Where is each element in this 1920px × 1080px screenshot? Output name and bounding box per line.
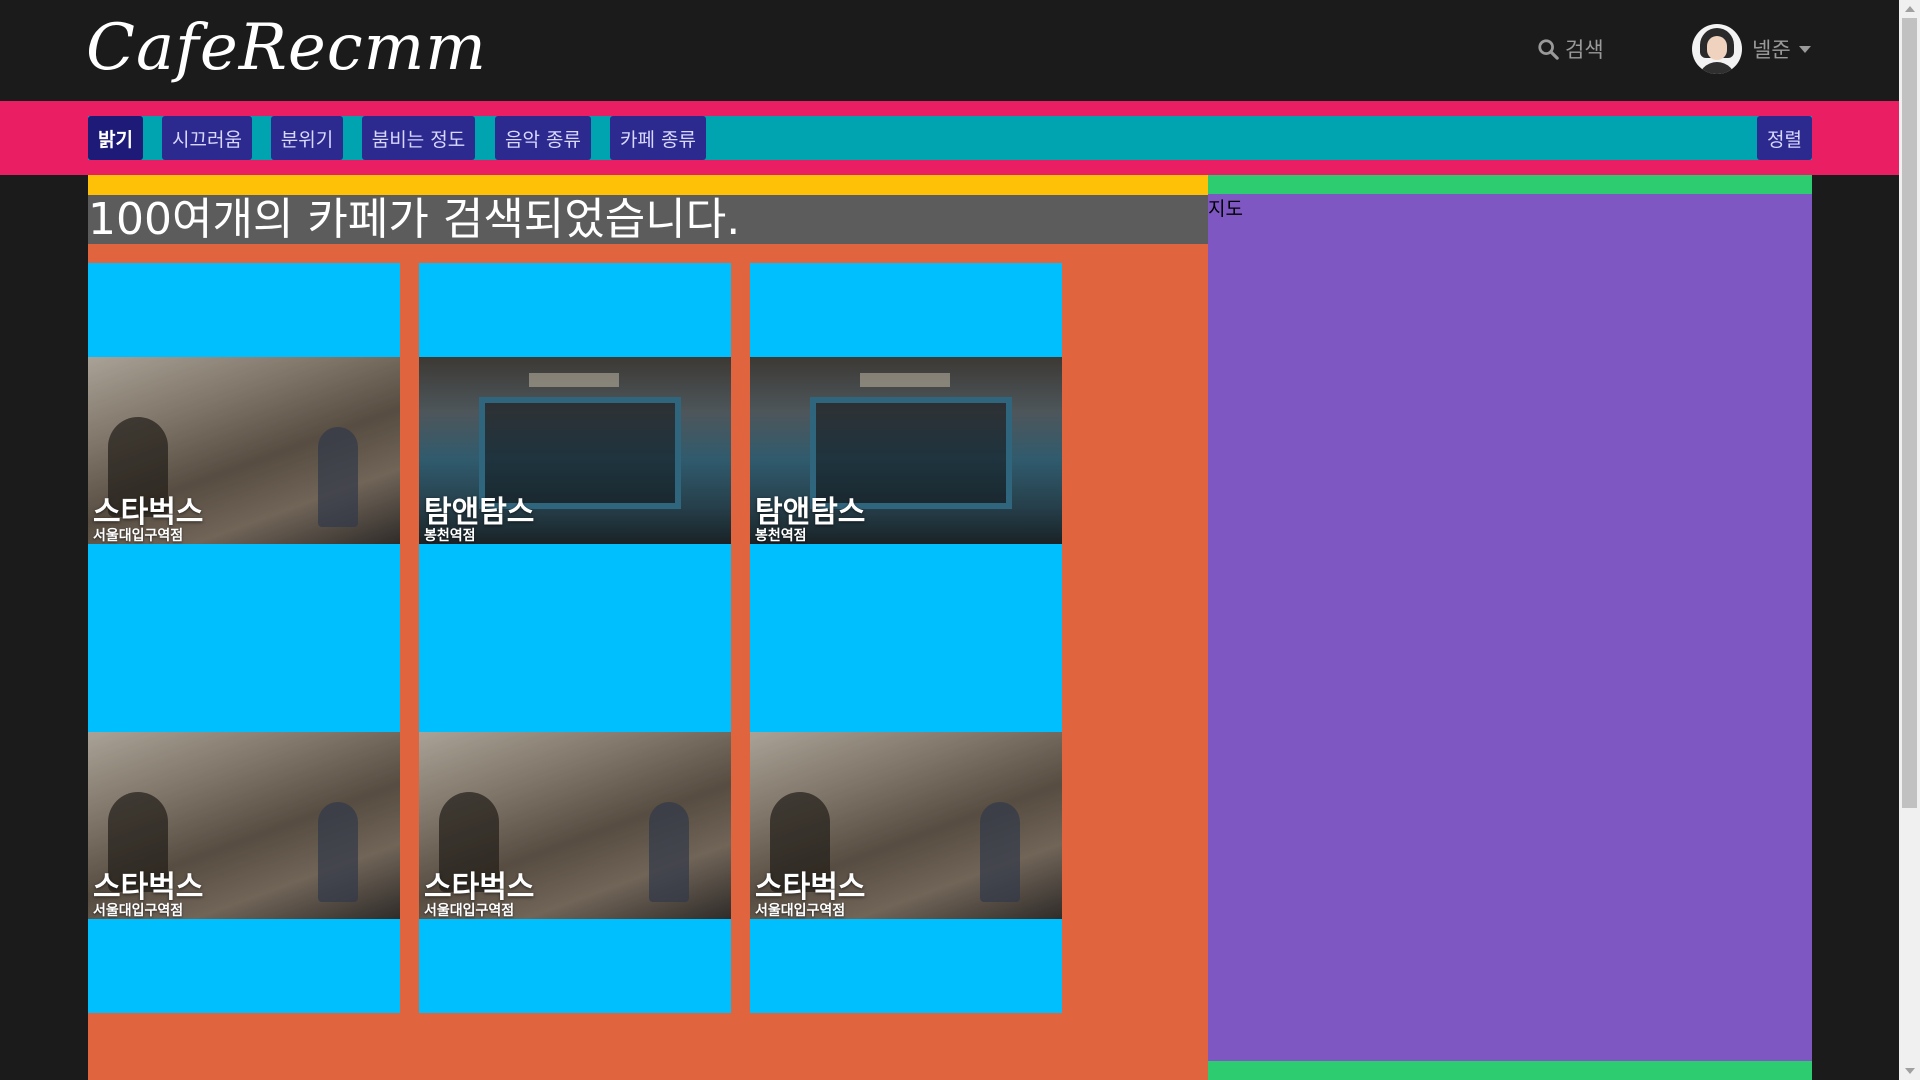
user-name: 넬준 (1752, 38, 1791, 62)
search-icon (1538, 39, 1559, 60)
app-logo[interactable]: CafeRecmm (86, 6, 487, 90)
search-button[interactable]: 검색 (1537, 34, 1604, 64)
page: CafeRecmm 검색 넬준 밝기 시끄러움 분위기 붐비는 정도 음악 종류… (0, 0, 1899, 1080)
cafe-branch: 봉천역점 (424, 528, 476, 544)
filter-mood-button[interactable]: 분위기 (271, 116, 343, 160)
cafe-card[interactable]: 스타벅스 서울대입구역점 (750, 638, 1062, 1013)
cafe-branch: 서울대입구역점 (424, 903, 515, 919)
filter-brightness-button[interactable]: 밝기 (88, 116, 143, 160)
cafe-card[interactable]: 스타벅스 서울대입구역점 (88, 638, 400, 1013)
cafe-card[interactable]: 스타벅스 서울대입구역점 (88, 263, 400, 638)
cafe-card[interactable]: 스타벅스 서울대입구역점 (419, 638, 731, 1013)
scrollbar-thumb[interactable] (1902, 18, 1917, 808)
search-label: 검색 (1565, 38, 1604, 62)
filter-crowd-button[interactable]: 붐비는 정도 (362, 116, 475, 160)
cafe-branch: 서울대입구역점 (755, 903, 846, 919)
map-bottom-accent (1208, 1061, 1812, 1080)
filter-cafe-type-button[interactable]: 카페 종류 (610, 116, 706, 160)
avatar (1692, 24, 1742, 74)
sort-button[interactable]: 정렬 (1757, 116, 1812, 160)
list-top-accent (88, 175, 1208, 195)
map-panel[interactable]: 지도 (1208, 175, 1812, 1080)
cafe-card[interactable]: 탐앤탐스 봉천역점 (750, 263, 1062, 638)
cafe-list-panel: 100여개의 카페가 검색되었습니다. 스타벅스 서울대입구역점 탐앤탐스 봉천… (88, 175, 1208, 1080)
cafe-branch: 봉천역점 (755, 528, 807, 544)
map-label: 지도 (1208, 198, 1243, 220)
map-top-accent (1208, 175, 1812, 194)
filter-bar: 밝기 시끄러움 분위기 붐비는 정도 음악 종류 카페 종류 정렬 (0, 101, 1899, 175)
scroll-down-arrow-icon[interactable] (1905, 1068, 1915, 1074)
top-navbar: CafeRecmm 검색 넬준 (0, 0, 1899, 101)
cafe-card[interactable]: 탐앤탐스 봉천역점 (419, 263, 731, 638)
filter-bar-inner (88, 116, 1812, 160)
vertical-scrollbar[interactable] (1899, 0, 1920, 1080)
filter-noise-button[interactable]: 시끄러움 (162, 116, 252, 160)
chevron-down-icon (1798, 45, 1811, 53)
result-count-heading: 100여개의 카페가 검색되었습니다. (88, 195, 1208, 244)
scroll-up-arrow-icon[interactable] (1905, 6, 1915, 12)
cafe-branch: 서울대입구역점 (93, 903, 184, 919)
filter-music-button[interactable]: 음악 종류 (495, 116, 591, 160)
cafe-branch: 서울대입구역점 (93, 528, 184, 544)
user-menu[interactable]: 넬준 (1692, 24, 1811, 74)
